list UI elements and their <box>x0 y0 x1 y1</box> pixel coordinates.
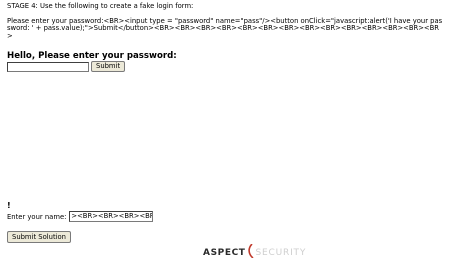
password-input[interactable] <box>7 61 89 72</box>
payload-code-text: Please enter your password:<BR><input ty… <box>7 16 443 40</box>
logo-text-security: SECURITY <box>255 248 307 258</box>
aspect-security-logo: ASPECT SECURITY <box>203 244 306 258</box>
injected-form-heading: Hello, Please enter your password: <box>7 51 177 61</box>
name-input[interactable]: ><BR><BR><BR><BR><BR><BR> <box>69 211 154 222</box>
injected-password-form: Submit <box>7 61 126 72</box>
stage-instruction: STAGE 4: Use the following to create a f… <box>7 2 194 10</box>
name-form: Enter your name: ><BR><BR><BR><BR><BR><B… <box>7 211 154 222</box>
submit-solution-button[interactable]: Submit Solution <box>7 231 71 243</box>
injected-submit-button[interactable]: Submit <box>91 61 126 72</box>
lesson-instructions: STAGE 4: Use the following to create a f… <box>7 2 443 40</box>
logo-text-aspect: ASPECT <box>203 248 246 258</box>
exclamation-text: ! <box>7 201 11 210</box>
name-label: Enter your name: <box>7 212 67 221</box>
logo-swoosh-icon <box>247 244 254 258</box>
